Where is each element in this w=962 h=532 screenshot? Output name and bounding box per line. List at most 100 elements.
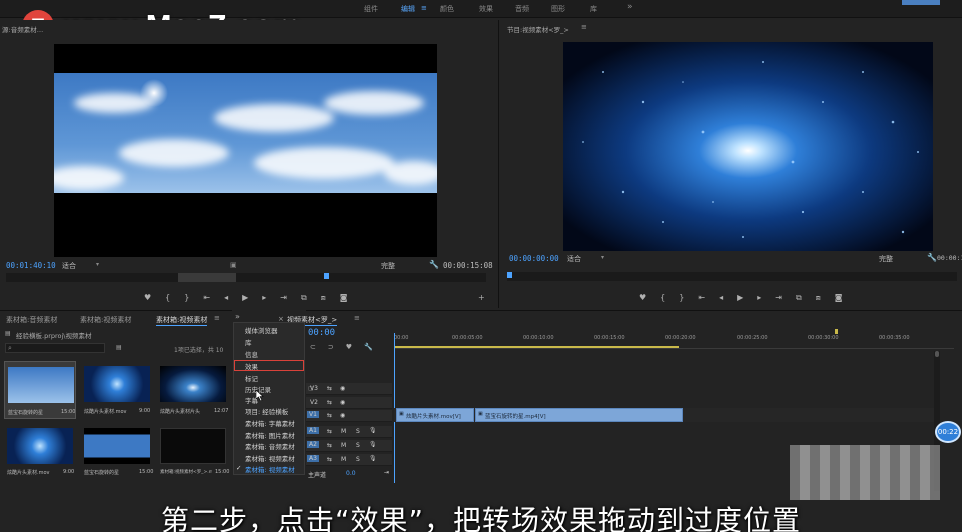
add-marker-icon[interactable]: ♥ (144, 293, 151, 303)
menu-item-info[interactable]: 信息 (245, 349, 258, 359)
source-quality-dropdown[interactable]: 完整 (381, 261, 395, 271)
step-back-icon[interactable]: ◂ (224, 293, 228, 303)
go-to-out-icon[interactable]: ⇥ (775, 293, 782, 303)
track-sync-icon[interactable]: ⇆ (327, 428, 332, 435)
project-item[interactable]: 炫酷片头素材.mov 9:00 (4, 425, 76, 483)
track-sync-icon[interactable]: ⇆ (327, 385, 332, 392)
go-to-out-icon[interactable]: ⇥ (280, 293, 287, 303)
program-fit-chevron-icon[interactable]: ▾ (601, 254, 604, 261)
solo-button[interactable]: S (356, 442, 360, 449)
timeline-timecode[interactable]: 00:00 (308, 328, 335, 338)
project-search-input[interactable]: ⌕ (5, 343, 105, 353)
track-sync-icon[interactable]: ⇆ (327, 399, 332, 406)
track-eye-icon[interactable]: ◉ (340, 399, 345, 406)
menu-item-markers[interactable]: 标记 (245, 373, 258, 383)
project-tab-audio-bin[interactable]: 素材箱:音频素材 (6, 315, 57, 325)
export-frame-camera-icon[interactable]: ◙ (835, 293, 843, 303)
work-area-bar[interactable] (394, 346, 679, 348)
source-fit-dropdown[interactable]: 适合 (62, 261, 76, 271)
project-tab-video-bin-active[interactable]: 素材箱:视频素材 (156, 315, 208, 326)
timeline-clip[interactable]: ▣ 炫酷片头素材.mov[V] (396, 408, 474, 422)
new-bin-icon[interactable]: ▤ (116, 344, 122, 351)
timeline-menu-icon[interactable]: ≡ (354, 314, 360, 322)
master-value[interactable]: 0.0 (346, 470, 356, 477)
project-item[interactable]: 炫酷片头素材片头 12:07 (157, 361, 229, 419)
mute-button[interactable]: M (341, 428, 346, 435)
marker[interactable] (835, 329, 838, 334)
menu-item-bin-video-checked[interactable]: 素材箱: 视频素材 (245, 464, 295, 474)
workspace-tab-color[interactable]: 颜色 (440, 4, 454, 14)
add-marker-icon[interactable]: ♥ (346, 343, 352, 351)
source-playhead[interactable] (324, 273, 329, 279)
project-item[interactable]: 蓝宝石旋转的星 15:00 (4, 361, 76, 419)
wrench-icon[interactable]: 🔧 (364, 343, 373, 351)
overwrite-icon[interactable]: ⧈ (321, 293, 326, 303)
mic-icon[interactable]: 🎙 (369, 455, 377, 462)
mark-out-icon[interactable]: } (679, 293, 684, 303)
mute-button[interactable]: M (341, 442, 346, 449)
mark-in-icon[interactable]: { (165, 293, 170, 303)
project-item[interactable]: 素材箱:视频素材<罗_>.mp4 15:00 (157, 425, 229, 483)
track-eye-icon[interactable]: ◉ (340, 385, 345, 392)
project-item[interactable]: 炫酷片头素材.mov 9:00 (81, 361, 153, 419)
lift-icon[interactable]: ⧉ (796, 293, 802, 303)
menu-item-bin-video[interactable]: 素材箱: 视频素材 (245, 453, 295, 463)
project-tab-menu-icon[interactable]: ≡ (214, 314, 220, 322)
panel-overflow-icon[interactable]: » (235, 312, 240, 321)
workspaces-overflow-icon[interactable]: » (627, 2, 633, 12)
track-label[interactable]: V1 (307, 411, 319, 418)
track-sync-icon[interactable]: ⇆ (327, 456, 332, 463)
mic-icon[interactable]: 🎙 (369, 427, 377, 434)
extract-icon[interactable]: ⧈ (816, 293, 821, 303)
workspace-tab-libraries[interactable]: 库 (590, 4, 597, 14)
scrollbar-thumb[interactable] (935, 351, 939, 357)
snap-icon[interactable]: ⊂ (310, 343, 316, 351)
track-label[interactable]: A1 (307, 427, 319, 434)
project-item[interactable]: 蓝宝石旋转的星 15:00 (81, 425, 153, 483)
menu-item-bin-audio[interactable]: 素材箱: 音频素材 (245, 441, 295, 451)
track-label[interactable]: A3 (307, 455, 319, 462)
program-scrub-bar[interactable] (507, 272, 957, 281)
play-icon[interactable]: ▶ (737, 293, 743, 303)
program-playhead[interactable] (507, 272, 512, 278)
go-to-in-icon[interactable]: ⇤ (698, 293, 705, 303)
project-tab-video-bin[interactable]: 素材箱:视频素材 (80, 315, 131, 325)
workspace-menu-icon[interactable]: ≡ (421, 4, 427, 12)
workspace-tab-editing[interactable]: 编辑 (401, 4, 415, 14)
search-button[interactable] (902, 0, 940, 5)
menu-item-media-browser[interactable]: 媒体浏览器 (245, 325, 278, 335)
insert-icon[interactable]: ⧉ (301, 293, 307, 303)
source-fit-chevron-icon[interactable]: ▾ (96, 261, 99, 268)
source-settings-wrench-icon[interactable]: 🔧 (429, 260, 439, 269)
export-frame-camera-icon[interactable]: ◙ (340, 293, 348, 303)
workspace-tab-effects[interactable]: 效果 (479, 4, 493, 14)
track-sync-icon[interactable]: ⇆ (327, 412, 332, 419)
step-back-icon[interactable]: ◂ (719, 293, 723, 303)
program-panel-menu-icon[interactable]: ≡ (581, 23, 587, 31)
mark-out-icon[interactable]: } (184, 293, 189, 303)
menu-item-libraries[interactable]: 库 (245, 337, 252, 347)
track-sync-icon[interactable]: ⇆ (327, 442, 332, 449)
solo-button[interactable]: S (356, 428, 360, 435)
menu-item-project[interactable]: 项目: 经验横板 (245, 406, 288, 416)
mark-in-icon[interactable]: { (660, 293, 665, 303)
source-add-button-icon[interactable]: + (478, 293, 485, 302)
program-quality-dropdown[interactable]: 完整 (879, 254, 893, 264)
go-to-in-icon[interactable]: ⇤ (203, 293, 210, 303)
timeline-ruler[interactable]: 00:00 00:00:05:00 00:00:10:00 00:00:15:0… (394, 329, 954, 349)
play-icon[interactable]: ▶ (242, 293, 248, 303)
program-timecode[interactable]: 00:00:00:00 (509, 254, 559, 263)
workspace-tab-assembly[interactable]: 组件 (364, 4, 378, 14)
menu-item-bin-images[interactable]: 素材箱: 图片素材 (245, 430, 295, 440)
source-scrub-bar[interactable] (6, 273, 486, 282)
mute-button[interactable]: M (341, 456, 346, 463)
menu-item-bin-captions[interactable]: 素材箱: 字幕素材 (245, 418, 295, 428)
workspace-tab-graphics[interactable]: 图形 (551, 4, 565, 14)
source-mark-icon[interactable]: ▣ (230, 261, 237, 269)
solo-button[interactable]: S (356, 456, 360, 463)
timeline-clip[interactable]: ▣ 蓝宝石旋转的星.mp4[V] (475, 408, 683, 422)
track-eye-icon[interactable]: ◉ (340, 412, 345, 419)
program-fit-dropdown[interactable]: 适合 (567, 254, 581, 264)
step-forward-icon[interactable]: ▸ (262, 293, 266, 303)
program-settings-wrench-icon[interactable]: 🔧 (927, 253, 937, 262)
